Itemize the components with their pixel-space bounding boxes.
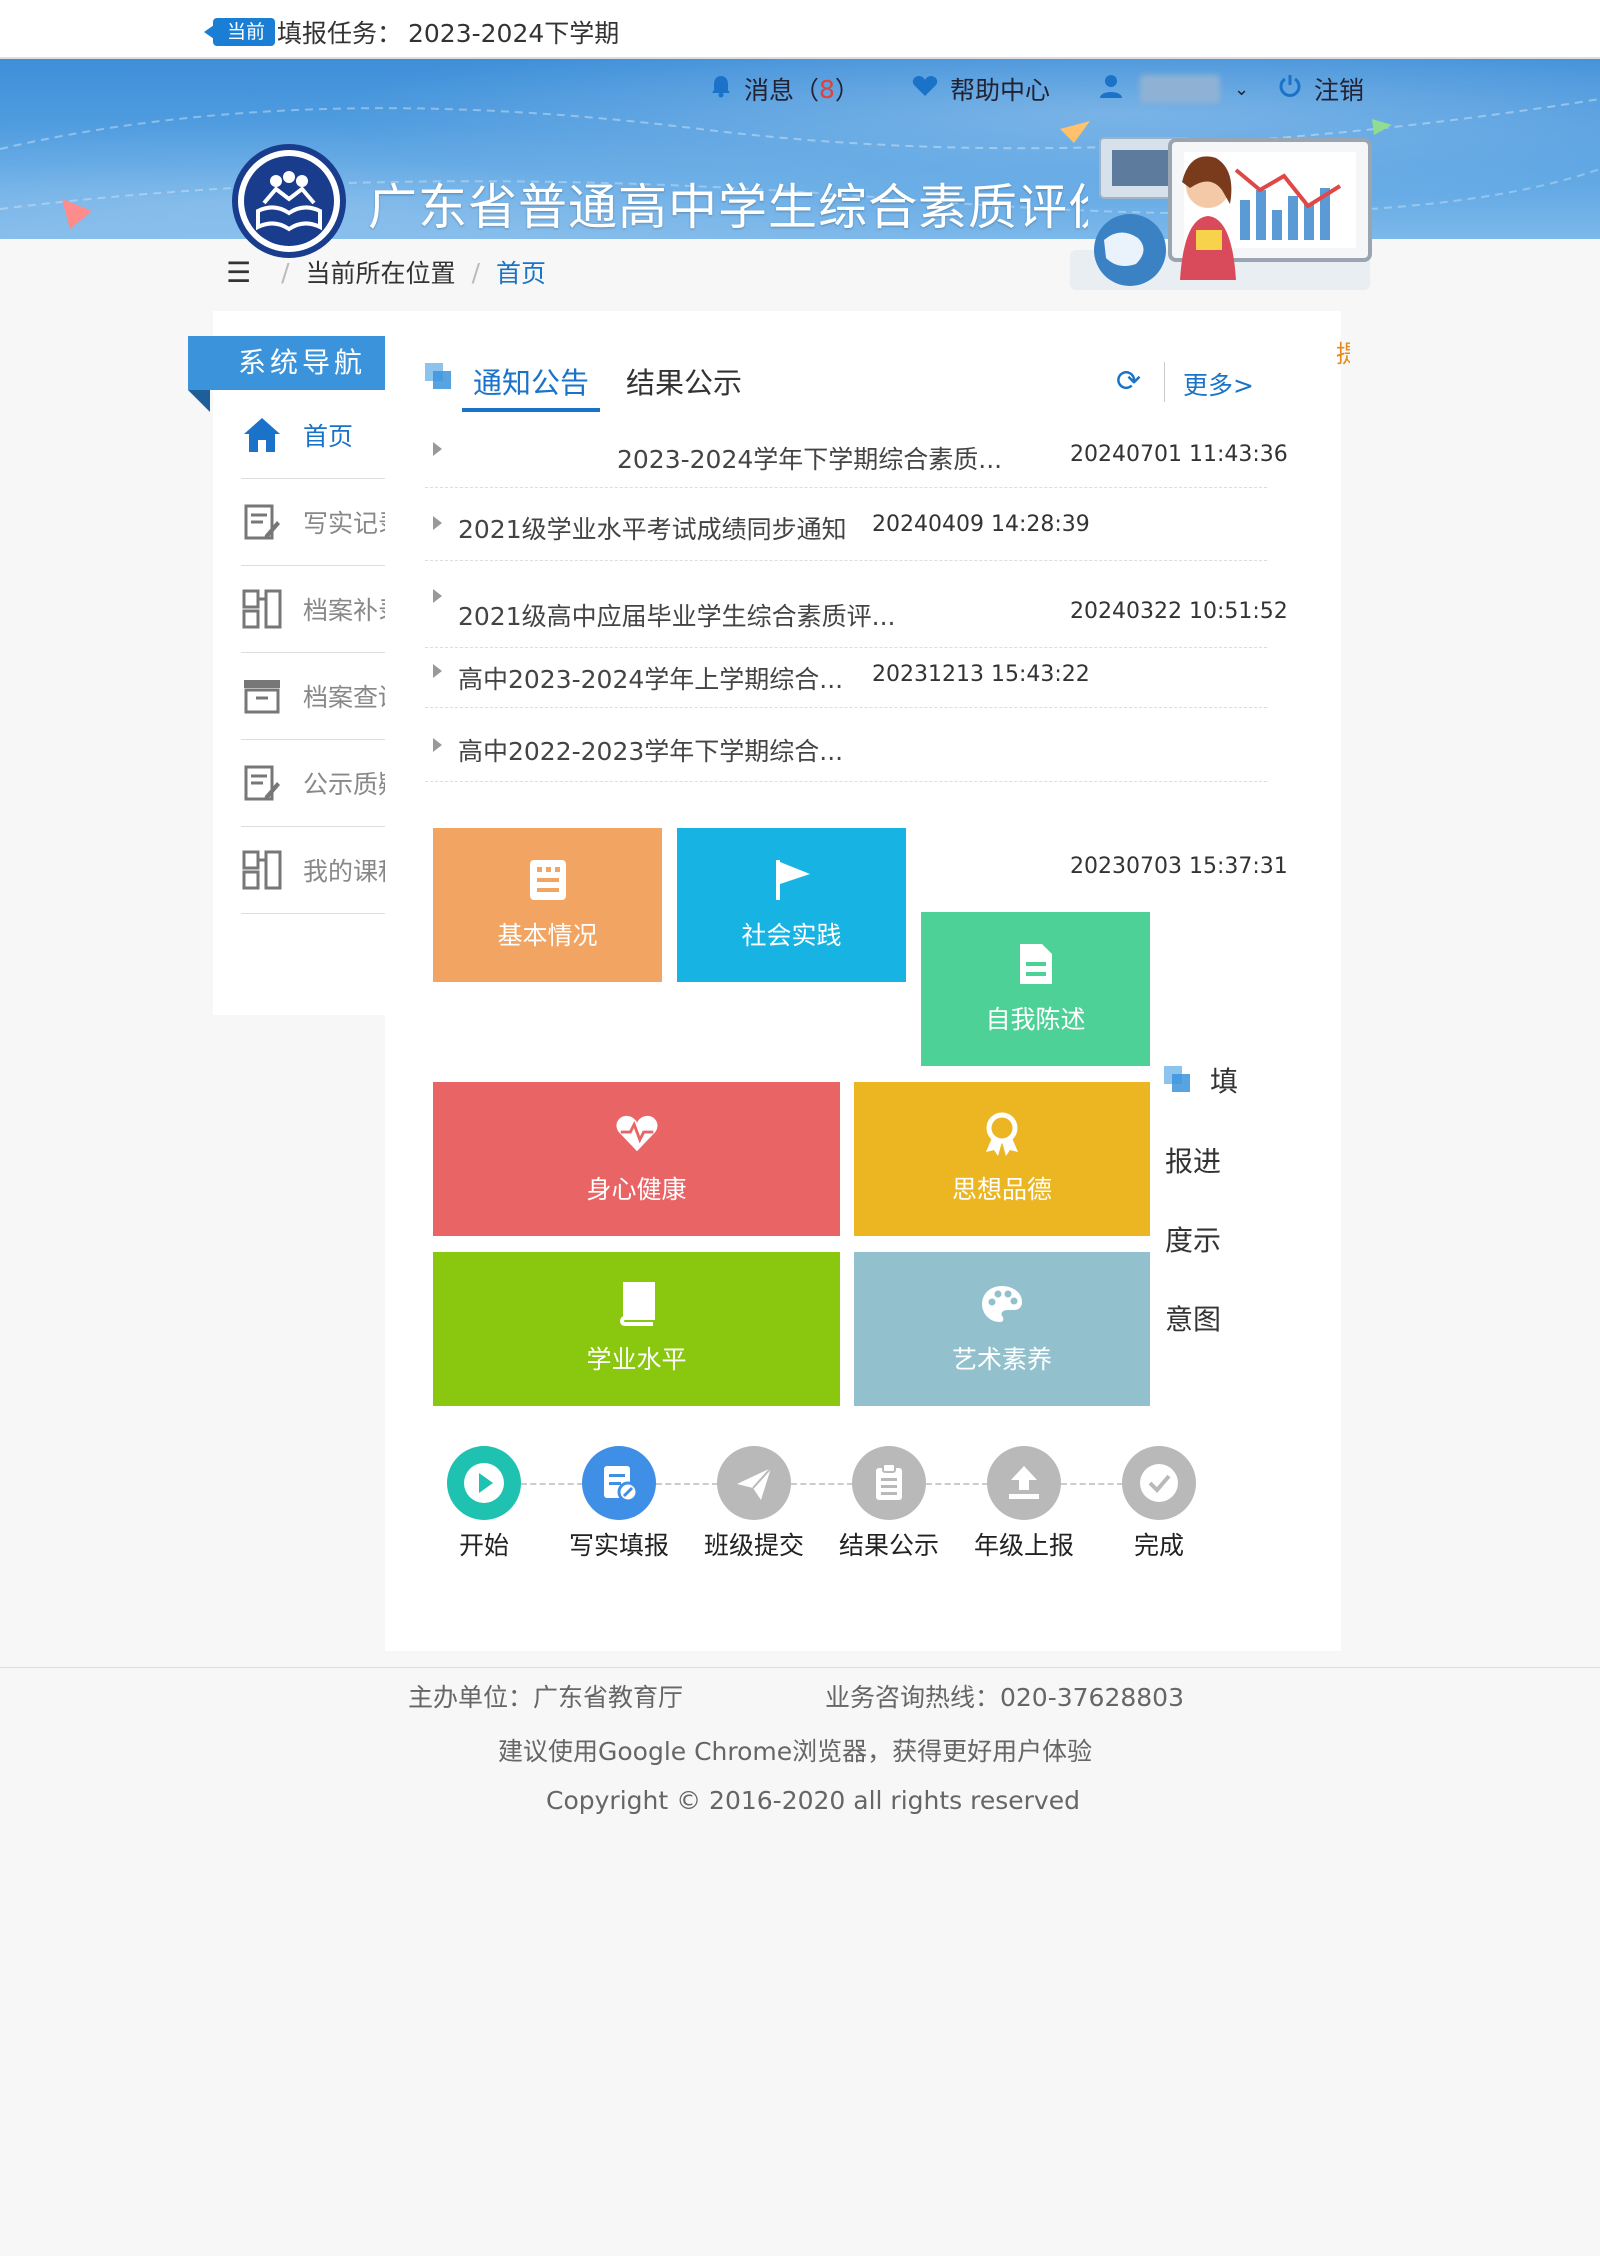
paper-plane-icon: [717, 1446, 791, 1520]
swap-icon: [241, 588, 283, 630]
edit-icon: [241, 501, 283, 543]
task-bar: 当前 填报任务： 2023-2024下学期: [0, 0, 1600, 59]
heartbeat-icon: [615, 1112, 659, 1156]
banner-illustration: [1070, 137, 1372, 290]
notice-time-orphan: 20230703 15:37:31: [1070, 854, 1288, 879]
upload-icon: [987, 1446, 1061, 1520]
sidebar-item-home[interactable]: 首页: [241, 392, 385, 479]
triangle-right-icon: [433, 738, 442, 752]
palette-icon: [980, 1282, 1024, 1326]
help-center-link[interactable]: 帮助中心: [912, 72, 1050, 106]
tab-notice[interactable]: 通知公告: [473, 360, 589, 402]
site-title: 广东省普通高中学生综合素质评价信息管理系统: [368, 179, 1088, 236]
tile-social-practice[interactable]: 社会实践: [677, 828, 906, 982]
logout-link[interactable]: 注销: [1278, 72, 1364, 106]
squares-icon: [1164, 1066, 1190, 1092]
heart-icon: [912, 75, 938, 103]
refresh-icon[interactable]: ⟳: [1116, 364, 1141, 399]
breadcrumb: ☰ / 当前所在位置 / 首页: [226, 254, 547, 290]
current-badge: 当前: [203, 18, 276, 46]
notice-item[interactable]: 高中2022-2023学年下学期综合...: [425, 708, 1267, 782]
tile-academic[interactable]: 学业水平: [433, 1252, 840, 1406]
clipboard-icon: [852, 1446, 926, 1520]
user-menu[interactable]: ⌄: [1100, 72, 1249, 106]
check-circle-icon: [1122, 1446, 1196, 1520]
sidebar-item-courses[interactable]: 我的课程: [241, 827, 385, 914]
tile-moral[interactable]: 思想品德: [854, 1082, 1150, 1236]
tile-basic-info[interactable]: 基本情况: [433, 828, 662, 982]
sidebar-title: 系统导航: [188, 336, 385, 390]
progress-caption: 意图: [1165, 1303, 1222, 1336]
form-edit-icon: [582, 1446, 656, 1520]
triangle-right-icon: [433, 442, 442, 456]
book-icon: [615, 1282, 659, 1326]
more-link[interactable]: 更多>: [1183, 366, 1254, 402]
swap-icon: [241, 849, 283, 891]
edge-hint-text: 提示: [1336, 340, 1350, 368]
task-value: 2023-2024下学期: [408, 19, 620, 48]
tab-result[interactable]: 结果公示: [626, 360, 742, 402]
step-start: 开始: [424, 1446, 544, 1562]
step-grade-report: 年级上报: [964, 1446, 1084, 1562]
progress-caption: 填: [1210, 1065, 1239, 1098]
edit-icon: [241, 762, 283, 804]
triangle-right-icon: [433, 664, 442, 678]
footer-browser-tip: 建议使用Google Chrome浏览器，获得更好用户体验: [498, 1737, 1093, 1766]
breadcrumb-current[interactable]: 首页: [496, 254, 546, 290]
footer-copyright: Copyright © 2016-2020 all rights reserve…: [546, 1786, 1080, 1815]
archive-icon: [241, 675, 283, 717]
book-people-icon: [256, 171, 322, 232]
sidebar-item-publicity[interactable]: 公示质疑: [241, 740, 385, 827]
active-tab-indicator: [462, 408, 600, 412]
step-complete: 完成: [1099, 1446, 1219, 1562]
footer-sponsor: 主办单位：广东省教育厅: [408, 1683, 684, 1712]
username-redacted: [1140, 75, 1220, 103]
sidebar-item-records[interactable]: 写实记录: [241, 479, 385, 566]
chevron-down-icon: ⌄: [1234, 78, 1250, 100]
home-icon: [241, 414, 283, 456]
sidebar-item-query[interactable]: 档案查询: [241, 653, 385, 740]
list-card-icon: [526, 858, 570, 902]
user-icon: [1100, 74, 1122, 104]
notice-item[interactable]: 2021级高中应届毕业学生综合素质评... 20240322 10:51:52: [425, 561, 1288, 648]
notice-item[interactable]: 2023-2024学年下学期综合素质... 20240701 11:43:36: [425, 418, 1288, 488]
notice-item[interactable]: 高中2023-2024学年上学期综合... 20231213 15:43:22: [425, 648, 1267, 708]
menu-icon[interactable]: ☰: [226, 256, 251, 289]
messages-link[interactable]: 消息（ 8）: [710, 72, 860, 106]
triangle-right-icon: [433, 516, 442, 530]
tile-art[interactable]: 艺术素养: [854, 1252, 1150, 1406]
progress-caption: 报进: [1165, 1145, 1222, 1178]
notice-item[interactable]: 2021级学业水平考试成绩同步通知 20240409 14:28:39: [425, 488, 1267, 561]
footer-hotline: 业务咨询热线：020-37628803: [825, 1683, 1184, 1712]
document-icon: [1014, 942, 1058, 986]
bell-icon: [710, 74, 732, 104]
tile-health[interactable]: 身心健康: [433, 1082, 840, 1236]
step-result-publicity: 结果公示: [829, 1446, 949, 1562]
squares-icon: [425, 363, 451, 389]
step-write: 写实填报: [559, 1446, 679, 1562]
task-label: 填报任务：: [277, 19, 403, 48]
tile-self-statement[interactable]: 自我陈述: [921, 912, 1150, 1066]
message-count: 8: [819, 74, 835, 104]
power-icon: [1278, 74, 1302, 104]
breadcrumb-prefix: 当前所在位置: [305, 259, 456, 288]
site-logo: [232, 144, 346, 258]
progress-caption: 度示: [1165, 1224, 1222, 1257]
step-class-submit: 班级提交: [694, 1446, 814, 1562]
play-icon: [447, 1446, 521, 1520]
sidebar-item-supplement[interactable]: 档案补录: [241, 566, 385, 653]
flag-icon: [770, 858, 814, 902]
award-icon: [980, 1112, 1024, 1156]
triangle-right-icon: [433, 589, 442, 603]
